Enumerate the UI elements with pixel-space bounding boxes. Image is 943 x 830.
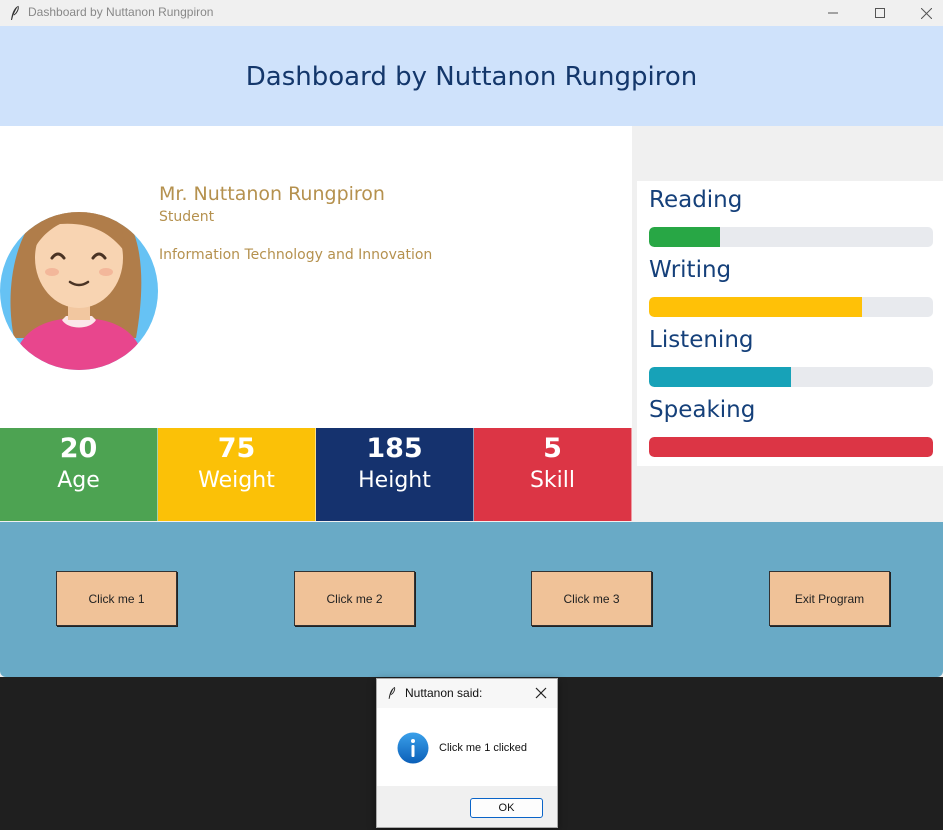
info-icon xyxy=(397,732,429,764)
stat-value: 185 xyxy=(366,433,423,464)
button-footer: Click me 1 Click me 2 Click me 3 Exit Pr… xyxy=(0,522,943,677)
stat-value: 20 xyxy=(59,433,98,464)
progress-bar-listening xyxy=(649,367,933,387)
dialog-title: Nuttanon said: xyxy=(405,686,483,700)
progress-fill xyxy=(649,297,862,317)
progress-bar-reading xyxy=(649,227,933,247)
profile-panel: Mr. Nuttanon Rungpiron Student Informati… xyxy=(0,126,632,428)
stat-value: 75 xyxy=(217,433,256,464)
skill-label-reading: Reading xyxy=(649,187,743,213)
minimize-icon xyxy=(828,12,838,14)
profile-name: Mr. Nuttanon Rungpiron xyxy=(159,183,385,205)
app-window: Dashboard by Nuttanon Rungpiron Mr. Nutt… xyxy=(0,26,943,677)
progress-fill xyxy=(649,367,791,387)
profile-department: Information Technology and Innovation xyxy=(159,247,433,263)
dialog-button-bar: OK xyxy=(377,786,557,827)
window-title: Dashboard by Nuttanon Rungpiron xyxy=(28,5,214,19)
skill-label-listening: Listening xyxy=(649,327,754,353)
feather-icon xyxy=(11,5,19,20)
dialog-message: Click me 1 clicked xyxy=(439,742,528,754)
profile-role: Student xyxy=(159,209,215,225)
dashboard-header: Dashboard by Nuttanon Rungpiron xyxy=(0,26,943,126)
maximize-button[interactable] xyxy=(857,0,903,26)
ok-button[interactable]: OK xyxy=(470,798,543,818)
window-titlebar: Dashboard by Nuttanon Rungpiron xyxy=(0,0,943,26)
close-icon xyxy=(920,7,932,19)
stat-label: Skill xyxy=(529,468,576,493)
click-me-2-button[interactable]: Click me 2 xyxy=(294,571,415,626)
progress-fill xyxy=(649,227,720,247)
progress-bar-speaking xyxy=(649,437,933,457)
skill-label-writing: Writing xyxy=(649,257,732,283)
stat-weight: 75 Weight xyxy=(158,428,316,521)
avatar xyxy=(0,212,158,370)
feather-icon xyxy=(388,687,396,699)
skill-label-speaking: Speaking xyxy=(649,397,756,423)
stat-value: 5 xyxy=(543,433,562,464)
close-window-button[interactable] xyxy=(903,0,943,26)
close-icon[interactable] xyxy=(533,685,549,701)
stat-label: Height xyxy=(358,468,431,493)
exit-program-button[interactable]: Exit Program xyxy=(769,571,890,626)
stats-row: 20 Age 75 Weight 185 Height 5 Skill xyxy=(0,428,632,521)
stat-height: 185 Height xyxy=(316,428,474,521)
maximize-icon xyxy=(875,8,885,18)
stat-label: Age xyxy=(57,468,100,493)
page-title: Dashboard by Nuttanon Rungpiron xyxy=(245,62,698,92)
progress-bar-writing xyxy=(649,297,933,317)
minimize-button[interactable] xyxy=(810,0,856,26)
skills-panel: Reading Writing Listening Speaking xyxy=(637,181,943,466)
stat-label: Weight xyxy=(198,468,275,493)
message-dialog: Nuttanon said: Click me 1 clicked OK xyxy=(376,678,558,828)
stat-age: 20 Age xyxy=(0,428,158,521)
click-me-1-button[interactable]: Click me 1 xyxy=(56,571,177,626)
dialog-titlebar: Nuttanon said: xyxy=(377,679,557,708)
progress-fill xyxy=(649,437,933,457)
stat-skill: 5 Skill xyxy=(474,428,632,521)
click-me-3-button[interactable]: Click me 3 xyxy=(531,571,652,626)
